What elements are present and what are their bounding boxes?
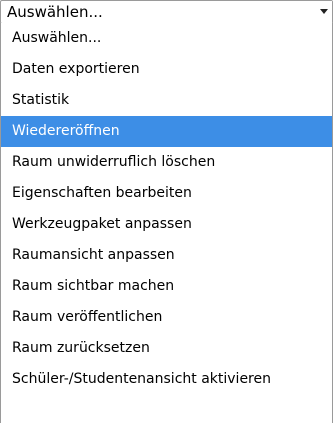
option-studentenansicht-aktivieren[interactable]: Schüler-/Studentenansicht aktivieren xyxy=(1,364,332,395)
option-raum-loeschen[interactable]: Raum unwiderruflich löschen xyxy=(1,147,332,178)
option-eigenschaften-bearbeiten[interactable]: Eigenschaften bearbeiten xyxy=(1,178,332,209)
caret-down-icon[interactable] xyxy=(318,1,332,23)
option-raum-veroeffentlichen[interactable]: Raum veröffentlichen xyxy=(1,302,332,333)
option-raum-sichtbar-machen[interactable]: Raum sichtbar machen xyxy=(1,271,332,302)
dropdown-list: Auswählen... Daten exportieren Statistik… xyxy=(0,23,333,423)
select-current-value: Auswählen... xyxy=(7,3,103,21)
option-statistik[interactable]: Statistik xyxy=(1,85,332,116)
option-wiedereroeffnen[interactable]: Wiedereröffnen xyxy=(1,116,332,147)
option-raum-zuruecksetzen[interactable]: Raum zurücksetzen xyxy=(1,333,332,364)
option-auswaehlen[interactable]: Auswählen... xyxy=(1,23,332,54)
option-raumansicht-anpassen[interactable]: Raumansicht anpassen xyxy=(1,240,332,271)
option-daten-exportieren[interactable]: Daten exportieren xyxy=(1,54,332,85)
option-werkzeugpaket-anpassen[interactable]: Werkzeugpaket anpassen xyxy=(1,209,332,240)
action-select[interactable]: Auswählen... xyxy=(0,0,333,24)
